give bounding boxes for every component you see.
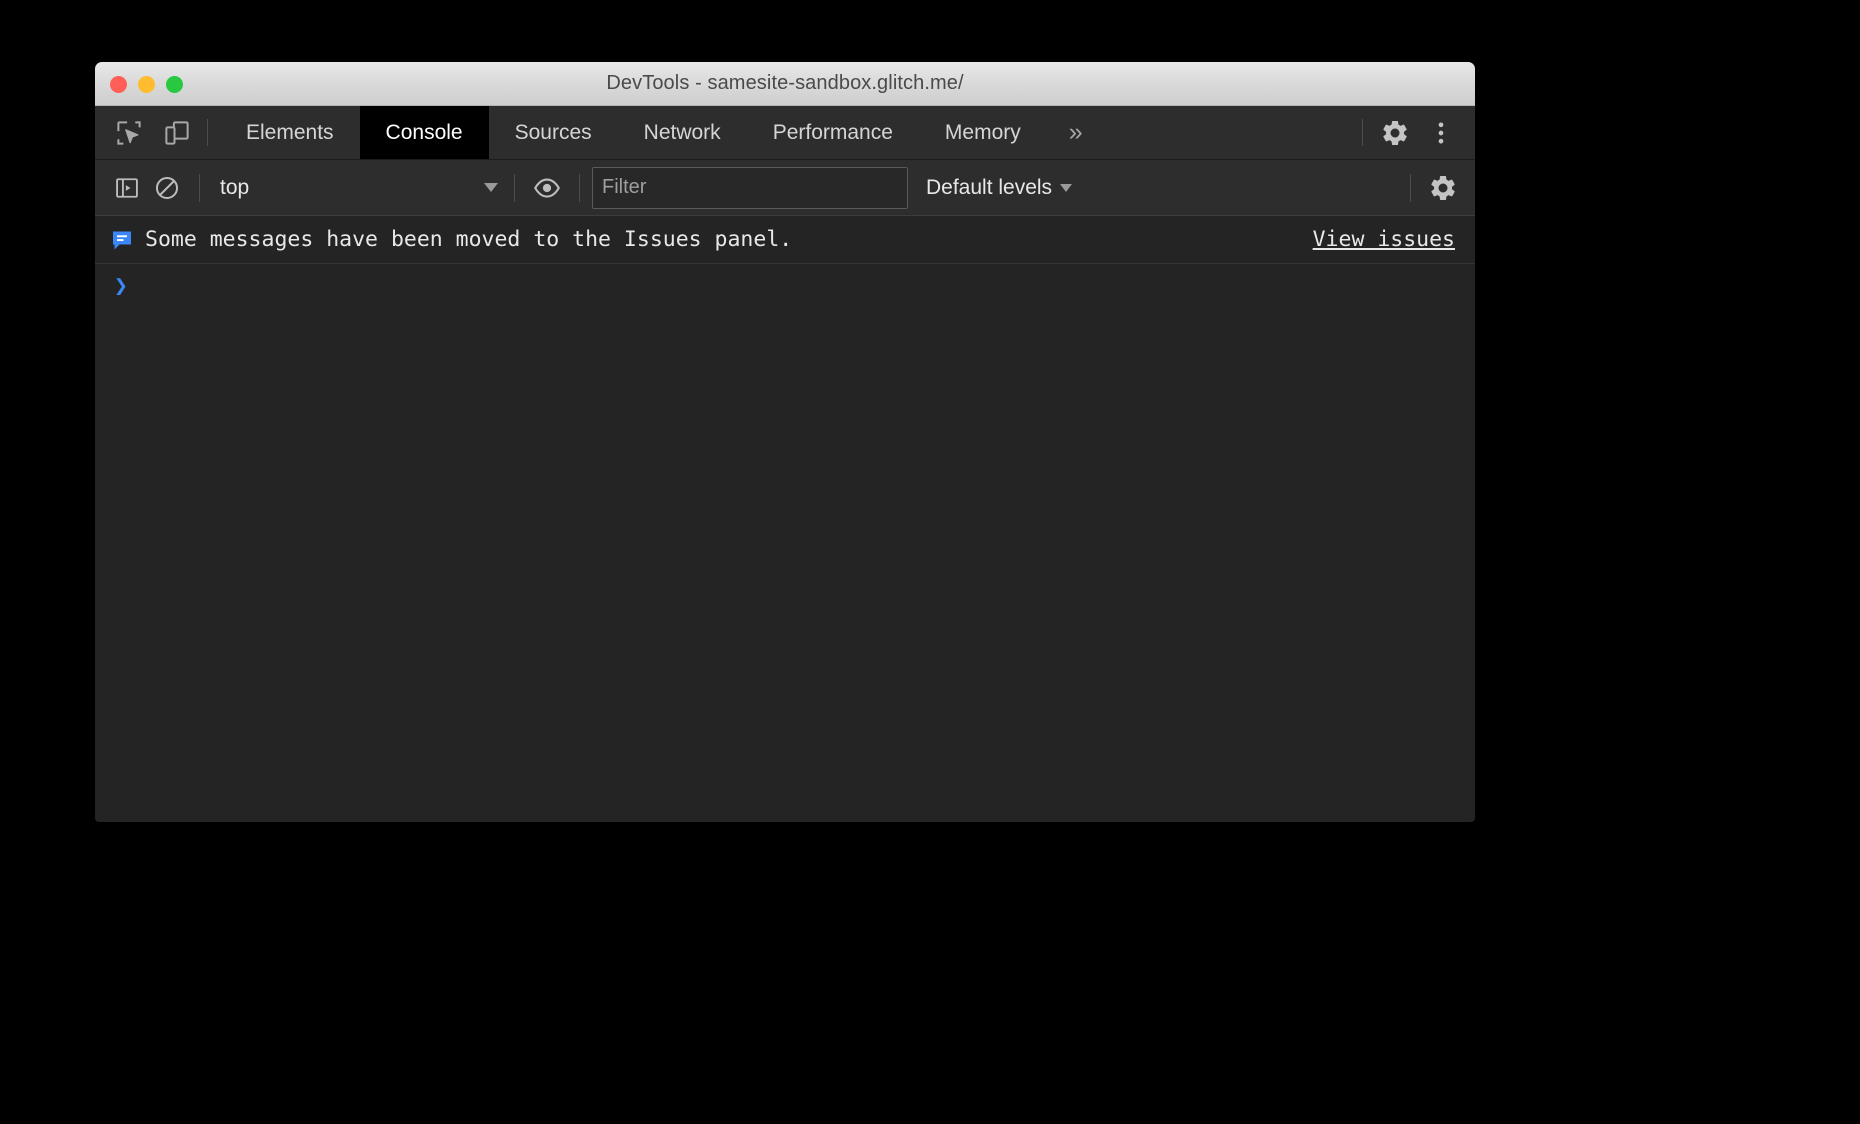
console-message-area[interactable]: Some messages have been moved to the Iss… [95, 216, 1475, 763]
console-toolbar: top Default levels [95, 160, 1475, 216]
execution-context-label: top [220, 176, 484, 200]
console-toolbar-divider-3 [579, 174, 580, 202]
log-levels-label: Default levels [926, 176, 1052, 200]
inspect-element-icon[interactable] [109, 113, 149, 153]
console-message-row[interactable]: Some messages have been moved to the Iss… [95, 216, 1475, 264]
window-titlebar: DevTools - samesite-sandbox.glitch.me/ [95, 62, 1475, 106]
kebab-menu-icon[interactable] [1421, 113, 1461, 153]
device-toolbar-icon[interactable] [157, 113, 197, 153]
console-toolbar-divider-2 [514, 174, 515, 202]
console-toolbar-divider-4 [1410, 174, 1411, 202]
tab-performance[interactable]: Performance [747, 106, 919, 159]
tab-sources[interactable]: Sources [489, 106, 618, 159]
devtools-window: DevTools - samesite-sandbox.glitch.me/ [95, 62, 1475, 822]
tab-elements[interactable]: Elements [220, 106, 360, 159]
clear-console-icon[interactable] [147, 168, 187, 208]
chevron-down-icon-levels [1060, 184, 1072, 192]
tab-network[interactable]: Network [618, 106, 747, 159]
issues-message-icon [109, 227, 135, 253]
log-levels-selector[interactable]: Default levels [926, 176, 1076, 200]
console-message-text: Some messages have been moved to the Iss… [145, 227, 792, 252]
more-tabs-label: » [1069, 120, 1083, 145]
chevron-down-icon [484, 183, 498, 192]
tab-console[interactable]: Console [360, 106, 489, 159]
devtools-tabbar: Elements Console Sources Network Perform… [95, 106, 1475, 160]
tab-memory[interactable]: Memory [919, 106, 1047, 159]
panel-tabs: Elements Console Sources Network Perform… [220, 106, 1352, 159]
console-prompt-row[interactable]: ❯ [95, 264, 1475, 308]
tab-performance-label: Performance [773, 121, 893, 145]
tab-console-label: Console [386, 121, 463, 145]
gear-icon[interactable] [1375, 113, 1415, 153]
view-issues-link[interactable]: View issues [1313, 227, 1455, 252]
window-controls [110, 62, 183, 106]
prompt-caret-icon: ❯ [114, 275, 128, 298]
eye-icon[interactable] [527, 168, 567, 208]
tabbar-right-icons [1375, 106, 1475, 159]
console-sidebar-icon[interactable] [107, 168, 147, 208]
screenshot-root: DevTools - samesite-sandbox.glitch.me/ [0, 0, 1860, 1124]
console-settings-gear-icon[interactable] [1423, 168, 1463, 208]
window-title: DevTools - samesite-sandbox.glitch.me/ [95, 72, 1475, 95]
console-prompt-input[interactable] [128, 264, 1475, 308]
close-window-button[interactable] [110, 76, 127, 93]
maximize-window-button[interactable] [166, 76, 183, 93]
execution-context-selector[interactable]: top [212, 176, 502, 200]
more-tabs-icon[interactable]: » [1047, 106, 1105, 159]
console-toolbar-divider-1 [199, 174, 200, 202]
tab-sources-label: Sources [515, 121, 592, 145]
tabbar-left-icons [95, 106, 197, 159]
filter-input[interactable] [592, 167, 908, 209]
minimize-window-button[interactable] [138, 76, 155, 93]
tab-network-label: Network [644, 121, 721, 145]
tabbar-divider-right [1362, 119, 1363, 146]
tabbar-divider [207, 119, 208, 146]
tab-elements-label: Elements [246, 121, 334, 145]
tab-memory-label: Memory [945, 121, 1021, 145]
